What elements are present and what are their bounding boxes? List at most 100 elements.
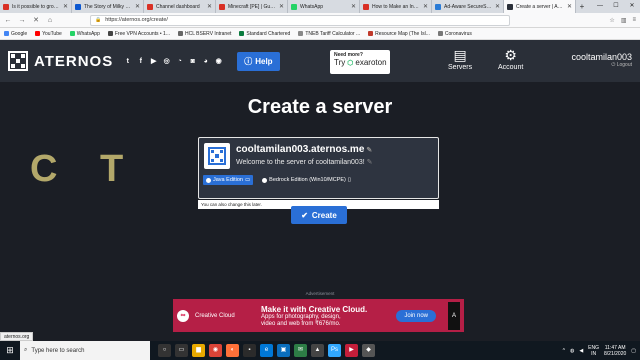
bookmark-favicon-icon [298, 31, 304, 36]
youtube-icon[interactable]: ▶ [149, 57, 158, 66]
cortana-icon[interactable]: ○ [158, 344, 171, 357]
file-explorer-icon[interactable]: ▆ [192, 344, 205, 357]
clock[interactable]: 11:47 AM 8/21/2020 [604, 345, 626, 357]
browser-tab[interactable]: WhatsApp ✕ [288, 0, 360, 13]
bookmarks-bar: Google YouTube WhatsApp Free VPN Accounts •… [0, 28, 640, 40]
edge-icon[interactable]: e [260, 344, 273, 357]
app2-icon[interactable]: ◆ [362, 344, 375, 357]
chrome-icon[interactable]: ◉ [209, 344, 222, 357]
exaroton-brand: exaroton [355, 58, 387, 67]
instagram-icon[interactable]: ◎ [162, 57, 171, 66]
tab-favicon-icon [3, 3, 9, 10]
browser-tab[interactable]: Create a server | Ater... ✕ [504, 0, 576, 13]
site-logo-text[interactable]: ATERNOS [34, 53, 113, 70]
tab-close-icon[interactable]: ✕ [423, 3, 428, 10]
account-nav[interactable]: ⚙ Account [498, 46, 523, 71]
forward-icon[interactable]: → [18, 17, 26, 24]
volume-icon[interactable]: ◀ [579, 348, 583, 354]
edition-java[interactable]: Java Edition ▭ [203, 175, 254, 185]
tab-favicon-icon [363, 3, 369, 10]
chevron-up-icon[interactable]: ^ [563, 348, 565, 354]
back-icon[interactable]: ← [4, 17, 12, 24]
facebook-icon[interactable]: f [136, 57, 145, 66]
tab-close-icon[interactable]: ✕ [63, 3, 68, 10]
bookmark-item[interactable]: Standard Chartered [239, 31, 290, 37]
firefox-icon[interactable]: ◐ [226, 344, 239, 357]
tab-label: Channel dashboard [156, 3, 200, 10]
bookmark-item[interactable]: TNEB Tariff Calculator ... [298, 31, 360, 37]
tab-favicon-icon [147, 3, 153, 10]
bookmark-label: Coronavirus [444, 30, 472, 37]
browser-tab[interactable]: Channel dashboard ✕ [144, 0, 216, 13]
network-icon[interactable]: ◍ [570, 348, 574, 354]
browser-tab[interactable]: Ad-Aware SecureSear...✕ [432, 0, 504, 13]
monitor-icon: ▭ [244, 177, 251, 183]
tab-close-icon[interactable]: ✕ [207, 3, 212, 10]
reload-icon[interactable]: ✕ [32, 16, 40, 24]
browser-tab[interactable]: Is it possible to grow... ✕ [0, 0, 72, 13]
edit-motd-pencil-icon[interactable]: ✎ [367, 159, 373, 166]
lang-indicator[interactable]: ENG IN [588, 345, 599, 357]
photos-icon[interactable]: ▲ [311, 344, 324, 357]
browser-tab[interactable]: How to Make an Infin... ✕ [360, 0, 432, 13]
photoshop-icon[interactable]: Ps [328, 344, 341, 357]
close-window-icon[interactable]: ✕ [624, 0, 640, 13]
github-icon[interactable]: ◉ [214, 57, 223, 66]
server-address-text: cooltamilan003.aternos.me [236, 144, 365, 155]
store-icon[interactable]: ▣ [277, 344, 290, 357]
tab-close-icon[interactable]: ✕ [567, 3, 572, 10]
twitter-icon[interactable]: t [123, 57, 132, 66]
creative-cloud-ad[interactable]: ∞ Creative Cloud Make it with Creative C… [173, 299, 464, 332]
mail-icon[interactable]: ✉ [294, 344, 307, 357]
media-icon[interactable]: ▶ [345, 344, 358, 357]
menu-icon[interactable]: ≡ [632, 17, 636, 24]
maximize-icon[interactable]: ☐ [608, 0, 624, 13]
bookmark-favicon-icon [368, 31, 374, 36]
tab-close-icon[interactable]: ✕ [495, 3, 500, 10]
discord-icon[interactable]: ◙ [188, 57, 197, 66]
aternos-logo-icon[interactable] [8, 51, 28, 71]
star-icon[interactable]: ☆ [609, 17, 614, 24]
app-icon[interactable]: ▪ [243, 344, 256, 357]
bookmark-favicon-icon [107, 31, 113, 36]
server-address[interactable]: cooltamilan003.aternos.me ✎ [236, 144, 373, 155]
home-icon[interactable]: ⌂ [46, 17, 54, 24]
exaroton-try: Try [334, 58, 346, 67]
join-now-button[interactable]: Join now [396, 309, 436, 322]
edition-bedrock[interactable]: Bedrock Edition (Win10/MCPE) ▯ [259, 175, 354, 185]
edit-pencil-icon[interactable]: ✎ [366, 147, 372, 154]
tab-close-icon[interactable]: ✕ [351, 3, 356, 10]
bookmark-favicon-icon [239, 31, 245, 36]
browser-tab[interactable]: The Story of Milky M... ✕ [72, 0, 144, 13]
reddit-icon[interactable]: ◔ [175, 57, 184, 66]
windows-start-icon[interactable]: ⊞ [0, 345, 20, 356]
search-icon: ⌕ [24, 347, 28, 353]
bookmark-item[interactable]: Resource Map (The Isl... [368, 31, 430, 37]
logout-label: Logout [616, 62, 632, 68]
bookmark-item[interactable]: WhatsApp [69, 31, 100, 37]
exaroton-ad[interactable]: Need more? Try ⬡ exaroton [330, 50, 390, 74]
servers-nav[interactable]: ▤ Servers [448, 46, 472, 71]
bookmark-item[interactable]: YouTube [35, 31, 62, 37]
teamspeak-icon[interactable]: ◕ [201, 57, 210, 66]
tab-close-icon[interactable]: ✕ [279, 3, 284, 10]
new-tab-button[interactable]: + [576, 0, 588, 13]
bookmark-label: Resource Map (The Isl... [375, 30, 430, 37]
server-motd[interactable]: Welcome to the server of cooltamilan003!… [236, 158, 373, 166]
help-button[interactable]: ⓘ Help [237, 51, 280, 71]
bookmark-item[interactable]: Free VPN Accounts • 1... [107, 31, 170, 37]
search-placeholder: Type here to search [31, 347, 85, 354]
create-button[interactable]: ✔ Create [291, 206, 347, 224]
tab-close-icon[interactable]: ✕ [135, 3, 140, 10]
bookmark-item[interactable]: Coronavirus [437, 30, 472, 37]
taskbar-search[interactable]: ⌕ Type here to search [20, 341, 150, 360]
browser-tab[interactable]: Minecraft [PE] | Guid... ✕ [216, 0, 288, 13]
library-icon[interactable]: ▥ [621, 17, 627, 24]
bookmark-item[interactable]: Google [4, 31, 27, 37]
minimize-icon[interactable]: — [592, 0, 608, 13]
bookmark-item[interactable]: HCL BSERV Intranet [177, 31, 231, 37]
notifications-icon[interactable]: ▢ [631, 348, 636, 354]
task-view-icon[interactable]: ▭ [175, 344, 188, 357]
logout-link[interactable]: ⏻ Logout [571, 62, 632, 68]
address-bar[interactable]: 🔒 https://aternos.org/create/ [90, 14, 510, 26]
